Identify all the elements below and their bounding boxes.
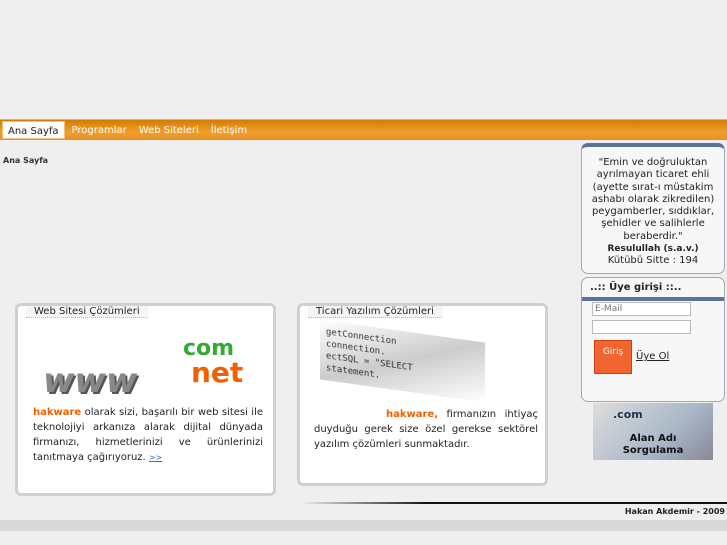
nav-iletisim[interactable]: İletişim: [206, 121, 252, 139]
nav-ana-sayfa[interactable]: Ana Sayfa: [2, 121, 65, 139]
code-image: getConnection connection. ectSQL = "SELE…: [320, 319, 485, 403]
banner-com: .com: [613, 408, 643, 421]
box-title: Ticari Yazılım Çözümleri: [308, 306, 442, 318]
register-link[interactable]: Üye Ol: [636, 351, 669, 362]
domain-search-banner[interactable]: .com Alan Adı Sorgulama: [593, 403, 713, 460]
main-nav: Ana Sayfa Programlar Web Siteleri İletiş…: [0, 119, 727, 140]
login-title: ..:: Üye girişi ::..: [582, 278, 724, 301]
login-button[interactable]: Giriş: [594, 340, 632, 374]
logo-net: net: [191, 356, 244, 389]
web-solutions-box: Web Sitesi Çözümleri www com net hakware…: [15, 303, 276, 496]
footer-band: [0, 520, 727, 531]
password-input[interactable]: [592, 320, 691, 334]
breadcrumb: Ana Sayfa: [3, 156, 49, 165]
more-link[interactable]: >>: [149, 453, 162, 462]
footer-credit: Hakan Akdemir - 2009: [624, 507, 725, 516]
quote-author: Resulullah (s.a.v.): [607, 244, 699, 255]
banner-line2: Sorgulama: [622, 445, 684, 456]
quote-panel: "Emin ve doğruluktan ayrılmayan ticaret …: [581, 143, 725, 274]
email-input[interactable]: [592, 302, 691, 316]
box-title: Web Sitesi Çözümleri: [26, 306, 148, 318]
banner-line1: Alan Adı: [629, 433, 677, 444]
login-panel: ..:: Üye girişi ::.. Giriş Üye Ol: [581, 277, 725, 402]
quote-text: "Emin ve doğruluktan ayrılmayan ticaret …: [591, 157, 715, 242]
logo-www: www: [43, 361, 138, 401]
brand-name: hakware: [33, 407, 82, 418]
web-description: hakware olarak sizi, başarılı bir web si…: [33, 405, 263, 465]
quote-source: Kütübü Sitte : 194: [607, 255, 699, 267]
www-com-net-image: www com net: [43, 336, 244, 401]
software-description: hakware, firmanızın ihtiyaç duyduğu gere…: [314, 407, 538, 452]
brand-name: hakware,: [386, 409, 439, 420]
nav-programlar[interactable]: Programlar: [67, 121, 132, 139]
nav-web-siteleri[interactable]: Web Siteleri: [134, 121, 204, 139]
footer-divider: [300, 502, 727, 504]
software-solutions-box: Ticari Yazılım Çözümleri getConnection c…: [297, 303, 548, 486]
